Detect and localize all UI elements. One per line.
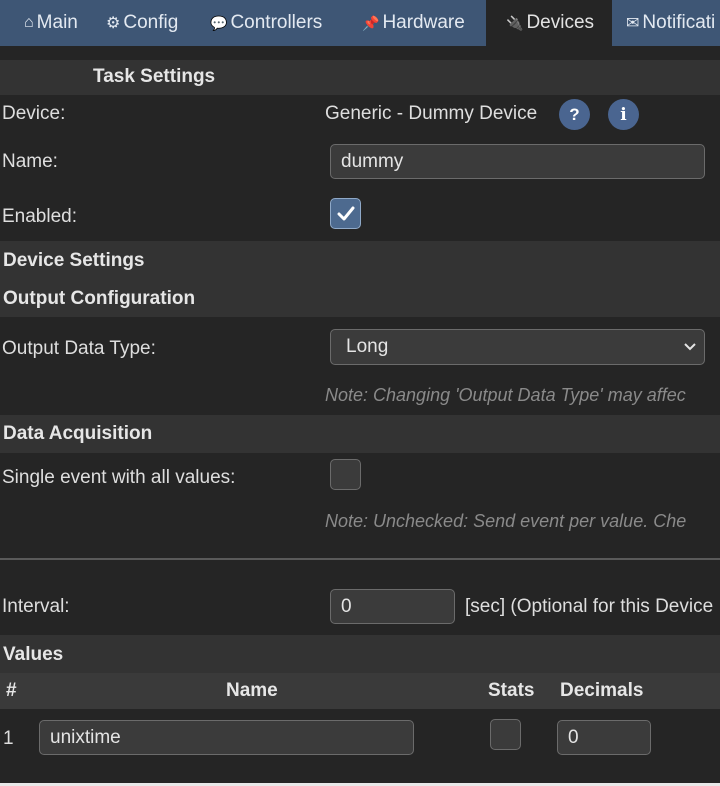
- tab-hardware[interactable]: 📌 Hardware: [348, 0, 486, 46]
- device-settings-band: Device Settings Output Configuration: [0, 241, 720, 317]
- top-nav: ⌂ Main ⚙ Config 💬 Controllers 📌 Hardware 🔌 De…: [0, 0, 720, 46]
- device-settings-header: Device Settings: [3, 250, 145, 271]
- tab-main[interactable]: ⌂ Main: [0, 0, 90, 46]
- tab-controllers[interactable]: 💬 Controllers: [196, 0, 346, 46]
- tab-config[interactable]: ⚙ Config: [92, 0, 192, 46]
- tab-notifications-label: Notificati: [642, 12, 716, 33]
- col-decimals-header: Decimals: [560, 680, 644, 701]
- chevron-down-icon: [684, 343, 696, 351]
- decimals-input[interactable]: 0: [557, 720, 651, 755]
- help-icon-glyph: ?: [569, 104, 580, 124]
- task-settings-header: Task Settings: [93, 66, 216, 87]
- gear-icon: ⚙: [106, 15, 121, 32]
- tab-hardware-label: Hardware: [382, 12, 465, 33]
- device-label: Device:: [2, 103, 66, 124]
- table-row: 1 unixtime 0: [0, 709, 720, 783]
- tab-devices[interactable]: 🔌 Devices: [486, 0, 612, 46]
- help-icon[interactable]: ?: [559, 99, 590, 130]
- data-acquisition-band: Data Acquisition: [0, 415, 720, 453]
- row-index: 1: [3, 728, 14, 749]
- tab-controllers-label: Controllers: [230, 12, 323, 33]
- house-icon: ⌂: [24, 14, 34, 31]
- stats-checkbox[interactable]: [490, 719, 521, 750]
- values-band: Values: [0, 635, 720, 673]
- interval-input-value: 0: [341, 595, 352, 617]
- pushpin-icon: 📌: [362, 14, 380, 31]
- interval-suffix: [sec] (Optional for this Device: [465, 596, 714, 617]
- output-type-label: Output Data Type:: [2, 338, 156, 359]
- output-type-note: Note: Changing 'Output Data Type' may af…: [325, 385, 686, 405]
- single-event-label: Single event with all values:: [2, 467, 236, 488]
- enabled-checkbox[interactable]: [330, 198, 361, 229]
- output-configuration-header: Output Configuration: [3, 288, 196, 309]
- info-icon-glyph: i: [620, 104, 627, 125]
- plug-icon: 🔌: [506, 14, 524, 31]
- info-icon[interactable]: i: [608, 99, 639, 130]
- nav-spacer: [0, 46, 720, 60]
- name-input-value: dummy: [341, 150, 404, 172]
- interval-label: Interval:: [2, 596, 70, 617]
- value-name-text: unixtime: [50, 726, 121, 748]
- name-input[interactable]: dummy: [330, 144, 705, 179]
- tab-devices-label: Devices: [526, 12, 595, 33]
- enabled-label: Enabled:: [2, 206, 78, 227]
- name-label: Name:: [2, 151, 58, 172]
- checkmark-icon: [337, 206, 355, 221]
- col-name-header: Name: [226, 680, 278, 701]
- col-index-header: #: [6, 680, 17, 701]
- decimals-value: 0: [568, 726, 579, 748]
- section-divider: [0, 558, 720, 560]
- values-header: Values: [3, 644, 64, 665]
- single-event-checkbox[interactable]: [330, 459, 361, 490]
- device-value: Generic - Dummy Device: [325, 103, 538, 124]
- tab-config-label: Config: [123, 12, 179, 33]
- interval-input[interactable]: 0: [330, 589, 455, 624]
- tab-notifications[interactable]: ✉ Notificati: [612, 0, 720, 46]
- single-event-note: Note: Unchecked: Send event per value. C…: [325, 511, 687, 531]
- output-type-select[interactable]: Long: [330, 329, 705, 365]
- value-name-input[interactable]: unixtime: [39, 720, 414, 755]
- tab-main-label: Main: [36, 12, 78, 33]
- values-table-header: # Name Stats Decimals: [0, 673, 720, 709]
- speech-bubble-icon: 💬: [210, 14, 228, 31]
- col-stats-header: Stats: [488, 680, 535, 701]
- task-settings-header-band: Task Settings: [0, 60, 720, 95]
- envelope-icon: ✉: [626, 15, 640, 32]
- data-acquisition-header: Data Acquisition: [3, 423, 153, 444]
- output-type-value: Long: [346, 336, 389, 357]
